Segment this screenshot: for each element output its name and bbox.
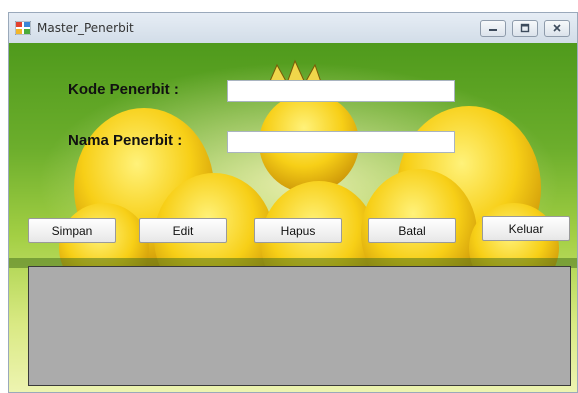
- close-icon: [552, 20, 562, 38]
- edit-button[interactable]: Edit: [139, 218, 227, 243]
- keluar-button[interactable]: Keluar: [482, 216, 570, 241]
- nama-penerbit-input[interactable]: [227, 131, 455, 153]
- maximize-button[interactable]: [512, 20, 538, 37]
- title-bar[interactable]: Master_Penerbit: [9, 13, 577, 43]
- master-penerbit-window: Master_Penerbit Kode Penerbit: Nama Pen…: [8, 12, 578, 393]
- close-button[interactable]: [544, 20, 570, 37]
- batal-button[interactable]: Batal: [368, 218, 456, 243]
- form-client-area: Kode Penerbit : Nama Penerbit : Simpan E…: [9, 43, 577, 392]
- maximize-icon: [520, 20, 530, 38]
- hapus-button[interactable]: Hapus: [254, 218, 342, 243]
- app-form-icon: [14, 20, 32, 36]
- minimize-icon: [488, 20, 498, 38]
- simpan-button[interactable]: Simpan: [28, 218, 116, 243]
- kode-penerbit-label: Kode Penerbit :: [68, 81, 179, 98]
- nama-penerbit-label: Nama Penerbit :: [68, 132, 183, 149]
- minimize-button[interactable]: [480, 20, 506, 37]
- penerbit-data-grid[interactable]: [28, 266, 571, 386]
- kode-penerbit-input[interactable]: [227, 80, 455, 102]
- window-title: Master_Penerbit: [37, 21, 134, 35]
